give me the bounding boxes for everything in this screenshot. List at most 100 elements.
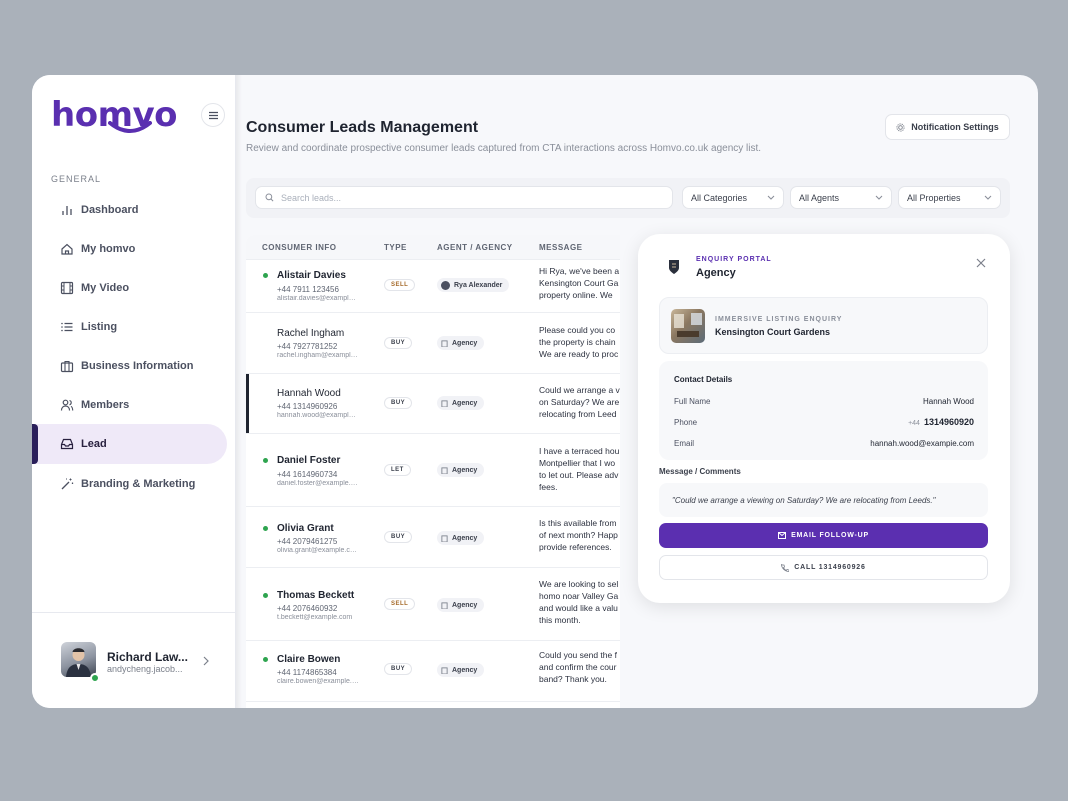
sidebar-item-members[interactable]: Members: [32, 385, 228, 425]
film-icon: [59, 280, 75, 296]
unread-dot: [263, 273, 268, 278]
close-icon[interactable]: [976, 258, 986, 268]
unread-dot: [263, 593, 268, 598]
briefcase-icon: [59, 358, 75, 374]
message-box: "Could we arrange a viewing on Saturday?…: [659, 483, 988, 517]
agency-crest-icon: [663, 256, 685, 278]
table-row[interactable]: Rachel Ingham +44 7927781252 rachel.ingh…: [246, 314, 620, 374]
consumer-name: Rachel Ingham: [277, 328, 345, 339]
table-row[interactable]: Claire Bowen +44 1174865384 claire.bowen…: [246, 641, 620, 702]
agent-chip[interactable]: Agency: [437, 336, 485, 350]
email-follow-up-button[interactable]: EMAIL FOLLOW-UP: [659, 523, 988, 548]
agent-chip[interactable]: Agency: [437, 396, 485, 410]
column-header[interactable]: CONSUMER INFO: [262, 243, 337, 252]
message-preview: Is this available from of next month? Hap…: [539, 518, 618, 552]
menu-toggle-button[interactable]: [201, 103, 225, 127]
agent-chip[interactable]: Agency: [437, 598, 485, 612]
agent-name: Agency: [452, 601, 478, 609]
message-preview: Hi Rya, we've been a Kensington Court Ga p…: [539, 266, 620, 300]
sidebar-item-label: My Video: [81, 282, 130, 294]
consumer-name: Hannah Wood: [277, 388, 341, 399]
agent-select-value: All Agents: [799, 192, 840, 203]
sidebar-item-my-video[interactable]: My Video: [32, 268, 228, 308]
table-row[interactable]: Daniel Foster +44 1614960734 daniel.fost…: [246, 435, 620, 507]
agent-chip[interactable]: Agency: [437, 531, 485, 545]
agent-name: Agency: [452, 466, 478, 474]
consumer-phone: +44 1614960734: [277, 470, 338, 479]
consumer-email: rachel.ingham@example.com: [277, 352, 359, 359]
agent-name: Agency: [452, 399, 478, 407]
bar-chart-icon: [59, 202, 75, 218]
sidebar-item-branding-marketing[interactable]: Branding & Marketing: [32, 464, 228, 504]
unread-dot: [263, 657, 268, 662]
agent-name: Agency: [452, 666, 478, 674]
avatar-portrait: [66, 648, 91, 677]
message-preview: I have a terraced hou Montpellier that I …: [539, 446, 620, 492]
consumer-phone: +44 7927781252: [277, 342, 338, 351]
search-icon: [265, 193, 274, 202]
phone-number: 1314960920: [923, 417, 974, 427]
listing-card[interactable]: IMMERSIVE LISTING ENQUIRY Kensington Cou…: [659, 297, 988, 354]
listing-thumbnail: [671, 309, 705, 343]
sidebar-item-label: Business Information: [81, 360, 194, 372]
consumer-email: hannah.wood@example.com: [277, 412, 359, 419]
avatar[interactable]: [61, 642, 96, 677]
agent-chip[interactable]: Rya Alexander: [437, 278, 510, 292]
property-select[interactable]: All Properties: [898, 186, 1001, 209]
sidebar-item-lead[interactable]: Lead: [32, 424, 227, 464]
online-status-indicator: [90, 673, 100, 683]
consumer-name: Olivia Grant: [277, 523, 334, 534]
table-row-selected[interactable]: Hannah Wood +44 1314960926 hannah.wood@e…: [246, 374, 620, 434]
table-row[interactable]: Olivia Grant +44 2079461275 olivia.grant…: [246, 507, 620, 568]
users-icon: [59, 397, 75, 413]
table-row[interactable]: Alistair Davies +44 7911 123456 alistair…: [246, 261, 620, 313]
table-row[interactable]: Thomas Beckett +44 2076460932 t.beckett@…: [246, 568, 620, 641]
column-header[interactable]: AGENT / AGENCY: [437, 243, 513, 252]
agent-chip[interactable]: Agency: [437, 663, 485, 677]
sidebar-item-label: Dashboard: [81, 204, 139, 216]
notification-settings-button[interactable]: Notification Settings: [885, 114, 1010, 140]
type-badge: BUY: [384, 337, 413, 349]
email-value[interactable]: hannah.wood@exampie.com: [870, 439, 974, 448]
building-icon: [441, 466, 448, 474]
search-input[interactable]: Search leads...: [255, 186, 673, 209]
consumer-phone: +44 7911 123456: [277, 285, 339, 294]
enquiry-panel: ENQUIRY PORTAL Agency IMMERSIVE LISTING …: [638, 234, 1010, 603]
sidebar-edge-shadow: [236, 75, 242, 708]
sidebar-item-dashboard[interactable]: Dashboard: [32, 190, 228, 230]
unread-dot: [263, 458, 268, 463]
agent-name: Rya Alexander: [454, 281, 503, 289]
phone-value[interactable]: +44 1314960920: [908, 417, 974, 427]
chevron-down-icon: [875, 195, 883, 200]
consumer-phone: +44 2076460932: [277, 604, 338, 613]
agent-select[interactable]: All Agents: [790, 186, 892, 209]
category-select-value: All Categories: [691, 192, 748, 203]
call-button-label: CALL 1314960926: [794, 564, 866, 571]
sidebar-item-label: Listing: [81, 321, 118, 333]
building-icon: [441, 339, 448, 347]
sidebar-item-listing[interactable]: Listing: [32, 307, 228, 347]
sidebar-item-label: Lead: [81, 438, 107, 450]
search-placeholder: Search leads...: [281, 192, 342, 203]
page-title: Consumer Leads Management: [246, 119, 479, 136]
category-select[interactable]: All Categories: [682, 186, 784, 209]
call-button[interactable]: CALL 1314960926: [659, 555, 988, 580]
contact-details-card: Contact Details Full Name Hannah Wood Ph…: [659, 361, 988, 460]
agent-avatar-icon: [441, 280, 450, 290]
building-icon: [441, 534, 448, 542]
type-badge: BUY: [384, 531, 413, 543]
consumer-email: alistair.davies@example.com: [277, 295, 359, 302]
chevron-right-icon[interactable]: [202, 656, 210, 666]
sidebar-item-my-homvo[interactable]: My homvo: [32, 229, 228, 269]
consumer-name: Alistair Davies: [277, 270, 346, 281]
section-label: GENERAL: [51, 174, 102, 184]
building-icon: [441, 666, 448, 674]
column-header[interactable]: MESSAGE: [539, 243, 583, 252]
type-badge: SELL: [384, 598, 416, 610]
agent-chip[interactable]: Agency: [437, 463, 485, 477]
sidebar-item-business-information[interactable]: Business Information: [32, 346, 228, 386]
column-header[interactable]: TYPE: [384, 243, 407, 252]
building-icon: [441, 399, 448, 407]
magic-wand-icon: [59, 476, 75, 492]
message-preview: Could we arrange a v on Saturday? We are r…: [539, 385, 620, 419]
